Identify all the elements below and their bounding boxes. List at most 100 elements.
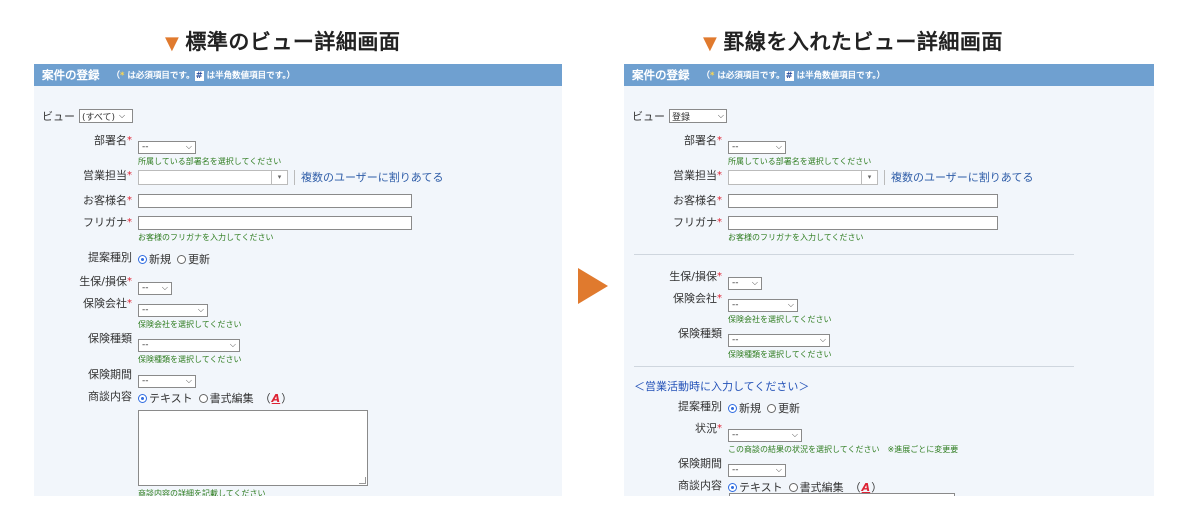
insurer-select[interactable]: -- ⌵ [728, 298, 798, 312]
triangle-down-icon: ▼ [703, 33, 718, 54]
insurer-label: 保険会社 [673, 292, 717, 305]
period-label: 保険期間 [678, 457, 722, 470]
view-select[interactable]: (すべて) ⌵ [79, 109, 133, 123]
required-mark: * [717, 135, 722, 146]
customer-name-input[interactable] [728, 194, 998, 208]
right-form-panel: 案件の登録 （* は必須項目です。# は半角数値項目です。） ビュー 登録 ⌵ 部… [624, 64, 1154, 496]
chevron-down-icon: ⌵ [197, 305, 204, 314]
dept-select[interactable]: -- ⌵ [138, 140, 196, 154]
life-row: 生保/損保* -- ⌵ [34, 275, 172, 295]
required-mark: * [127, 217, 132, 228]
chevron-down-icon[interactable]: ▾ [272, 169, 288, 185]
format-edit-icon[interactable]: A [272, 392, 281, 405]
left-heading-text: 標準のビュー詳細画面 [185, 30, 401, 54]
section-divider [634, 366, 1074, 367]
view-label: ビュー [632, 110, 665, 123]
panel-header: 案件の登録 （* は必須項目です。# は半角数値項目です。） [34, 64, 562, 86]
kana-input[interactable] [138, 216, 412, 230]
required-mark: * [127, 170, 132, 181]
sales-row: 営業担当* ▾ 複数のユーザーに割りあてる [624, 169, 1034, 185]
customer-label: お客様名 [673, 194, 717, 207]
status-row: 状況* -- ⌵ この商談の結果の状況を選択してください ※進展ごとに変更要 [624, 422, 958, 455]
status-select[interactable]: -- ⌵ [728, 428, 802, 442]
kana-input[interactable] [728, 216, 998, 230]
content-textarea[interactable] [729, 493, 955, 496]
kana-hint: お客様のフリガナを入力してください [728, 233, 864, 242]
content-text-radio[interactable]: テキスト [138, 390, 193, 406]
insurance-type-label: 保険種類 [88, 332, 132, 345]
left-form-panel: 案件の登録 （* は必須項目です。# は半角数値項目です。） ビュー (すべて)… [34, 64, 562, 496]
life-label: 生保/損保 [669, 270, 717, 283]
sales-combo-input[interactable] [728, 169, 862, 185]
chevron-down-icon: ⌵ [185, 376, 192, 385]
insurance-type-label: 保険種類 [678, 327, 722, 340]
dept-label: 部署名 [684, 134, 717, 147]
content-format-radio[interactable]: 書式編集 [198, 390, 254, 406]
section-divider [634, 254, 1074, 255]
required-mark: * [717, 195, 722, 206]
panel-title: 案件の登録 [632, 68, 690, 82]
chevron-down-icon: ⌵ [775, 465, 782, 474]
proposal-row: 提案種別 新規 更新 [34, 251, 216, 267]
insurance-type-row: 保険種類 -- ⌵ 保険種類を選択してください [34, 332, 242, 365]
required-mark: * [717, 423, 722, 434]
dept-hint: 所属している部署名を選択してください [138, 156, 282, 166]
period-select[interactable]: -- ⌵ [728, 463, 786, 477]
period-select[interactable]: -- ⌵ [138, 374, 196, 388]
chevron-down-icon: ⌵ [775, 142, 782, 151]
kana-hint: お客様のフリガナを入力してください [138, 233, 274, 242]
kana-row: フリガナ* お客様のフリガナを入力してください [624, 216, 998, 243]
period-label: 保険期間 [88, 368, 132, 381]
chevron-down-icon: ⌵ [787, 300, 794, 309]
required-mark: * [717, 170, 722, 181]
chevron-down-icon[interactable]: ▾ [862, 169, 878, 185]
content-textarea[interactable] [138, 410, 368, 486]
required-mark: * [127, 276, 132, 287]
proposal-renew-radio[interactable]: 更新 [177, 251, 210, 267]
insurer-select[interactable]: -- ⌵ [138, 303, 208, 317]
panel-header: 案件の登録 （* は必須項目です。# は半角数値項目です。） [624, 64, 1154, 86]
arrow-right-icon [578, 268, 608, 304]
content-row: 商談内容 テキスト 書式編集 （A） 商談内容の詳細を記載してください [34, 390, 368, 496]
proposal-label: 提案種別 [678, 400, 722, 413]
required-mark: * [717, 293, 722, 304]
required-mark: * [127, 195, 132, 206]
customer-row: お客様名* [624, 194, 998, 208]
customer-row: お客様名* [34, 194, 412, 208]
right-heading-text: 罫線を入れたビュー詳細画面 [723, 30, 1003, 54]
assign-multiple-users-link[interactable]: 複数のユーザーに割りあてる [891, 169, 1034, 185]
period-row: 保険期間 -- ⌵ [624, 457, 786, 477]
format-edit-icon[interactable]: A [862, 481, 871, 494]
dept-select[interactable]: -- ⌵ [728, 140, 786, 154]
dept-label: 部署名 [94, 134, 127, 147]
kana-row: フリガナ* お客様のフリガナを入力してください [34, 216, 412, 243]
status-hint: この商談の結果の状況を選択してください ※進展ごとに変更要 [728, 444, 959, 454]
assign-multiple-users-link[interactable]: 複数のユーザーに割りあてる [301, 169, 444, 185]
required-mark: * [127, 135, 132, 146]
proposal-new-radio[interactable]: 新規 [138, 251, 171, 267]
status-label: 状況 [695, 422, 717, 435]
left-heading: ▼ 標準のビュー詳細画面 [165, 26, 400, 56]
chevron-down-icon: ⌵ [791, 430, 798, 439]
insurer-hint: 保険会社を選択してください [728, 314, 832, 324]
panel-note: （* は必須項目です。# は半角数値項目です。） [701, 71, 886, 81]
life-select[interactable]: -- ⌵ [138, 281, 172, 295]
insurance-type-select[interactable]: -- ⌵ [138, 338, 240, 352]
customer-name-input[interactable] [138, 194, 412, 208]
view-row: ビュー 登録 ⌵ [632, 108, 727, 124]
view-select[interactable]: 登録 ⌵ [669, 109, 727, 123]
proposal-renew-radio[interactable]: 更新 [767, 400, 800, 416]
insurer-row: 保険会社* -- ⌵ 保険会社を選択してください [624, 292, 832, 325]
sales-row: 営業担当* ▾ 複数のユーザーに割りあてる [34, 169, 444, 185]
insurer-hint: 保険会社を選択してください [138, 319, 242, 329]
life-select[interactable]: -- ⌵ [728, 276, 762, 290]
sales-combo-input[interactable] [138, 169, 272, 185]
dept-hint: 所属している部署名を選択してください [728, 156, 872, 166]
triangle-down-icon: ▼ [165, 33, 180, 54]
chevron-down-icon: ⌵ [717, 111, 724, 120]
insurer-row: 保険会社* -- ⌵ 保険会社を選択してください [34, 297, 242, 330]
proposal-row: 提案種別 新規 更新 [624, 400, 806, 416]
dept-row: 部署名* -- ⌵ 所属している部署名を選択してください [624, 134, 871, 167]
proposal-new-radio[interactable]: 新規 [728, 400, 761, 416]
insurance-type-select[interactable]: -- ⌵ [728, 333, 830, 347]
